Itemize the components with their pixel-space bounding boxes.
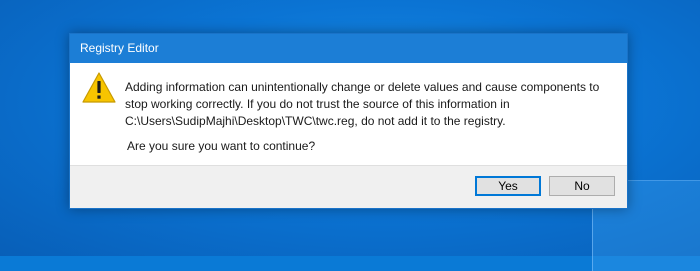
dialog-title: Registry Editor <box>70 34 627 63</box>
message-line: C:\Users\SudipMajhi\Desktop\TWC\twc.reg,… <box>125 114 506 128</box>
confirmation-question: Are you sure you want to continue? <box>127 139 316 153</box>
registry-editor-dialog: Registry Editor Adding information can u… <box>69 33 628 209</box>
message-line: stop working correctly. If you do not tr… <box>125 97 510 111</box>
warning-icon <box>82 72 116 103</box>
message-line: Adding information can unintentionally c… <box>125 80 600 94</box>
warning-message: Adding information can unintentionally c… <box>125 79 615 130</box>
yes-button[interactable]: Yes <box>475 176 541 196</box>
dialog-content: Adding information can unintentionally c… <box>70 63 627 168</box>
no-button[interactable]: No <box>549 176 615 196</box>
dialog-button-bar: Yes No <box>70 165 627 208</box>
